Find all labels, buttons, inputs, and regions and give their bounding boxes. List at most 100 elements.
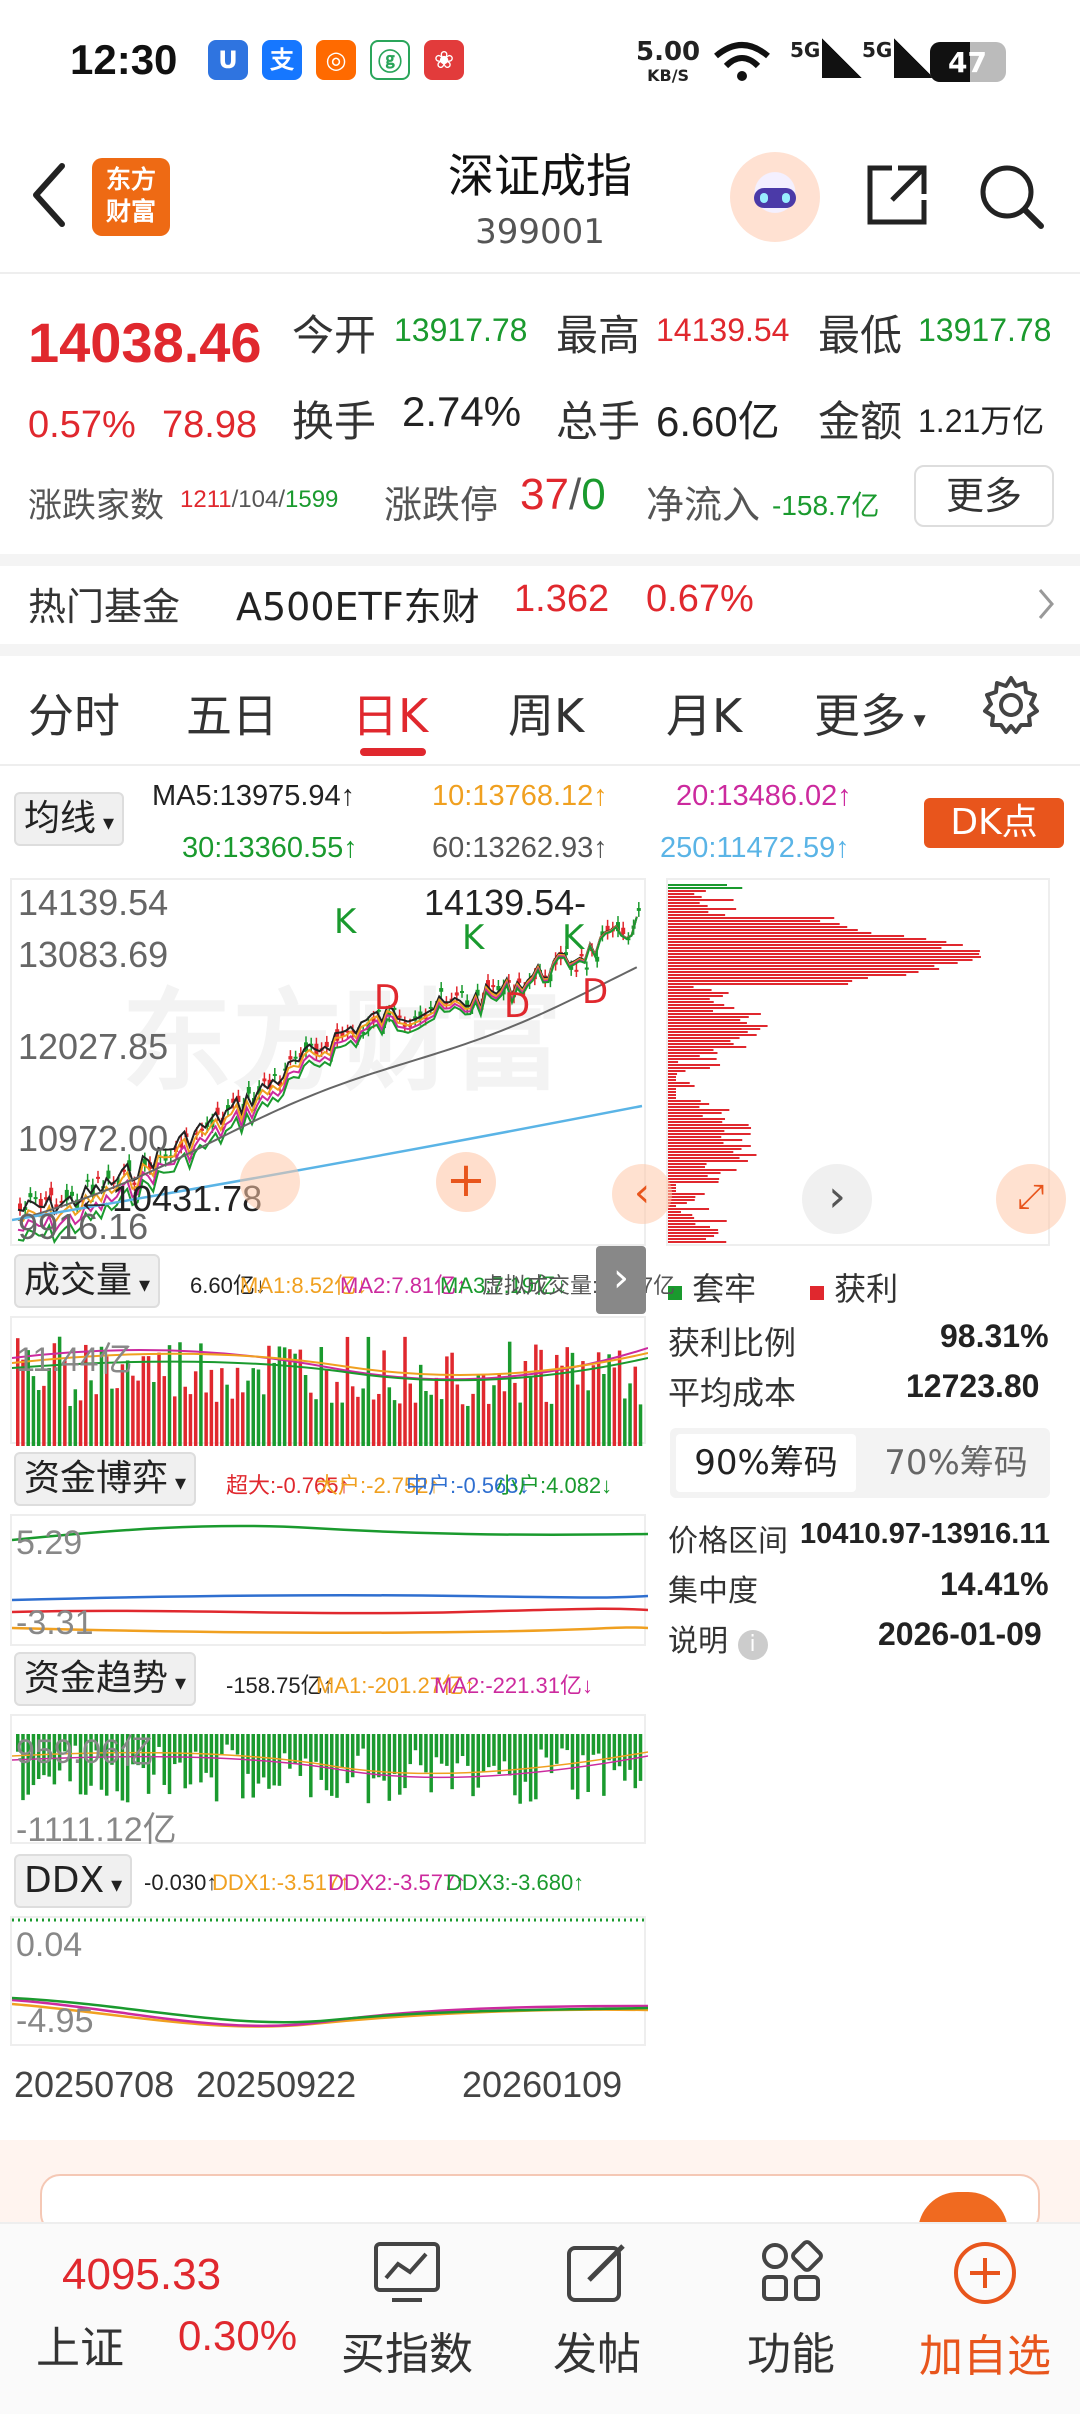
functions-button[interactable]: 功能 (716, 2240, 866, 2382)
volume-bar (89, 1380, 93, 1446)
add-watchlist-button[interactable]: 加自选 (910, 2240, 1060, 2384)
price-axis-3: 12027.85 (18, 1026, 169, 1067)
tab-chip-90[interactable]: 90%筹码 (676, 1434, 856, 1492)
capital-game-chart[interactable]: 5.29 -3.31 (10, 1514, 649, 1646)
note-label[interactable]: 说明 i (668, 1616, 768, 1660)
divider-tabs (0, 764, 1080, 766)
chip-bar (668, 1169, 737, 1171)
chip-bar (668, 1004, 725, 1006)
volume-bar (209, 1369, 214, 1446)
capital-trend-bar (403, 1734, 407, 1789)
volume-chart[interactable]: 11.44亿 (10, 1316, 649, 1446)
search-icon[interactable] (975, 160, 1047, 232)
volume-bar (596, 1352, 601, 1446)
sse-index-change[interactable]: 0.30% (178, 2312, 297, 2360)
capital-trend-bar (220, 1734, 224, 1755)
chip-collapse-button[interactable]: ‹ (612, 1164, 672, 1224)
volume-bar (628, 1383, 632, 1446)
hot-fund-row[interactable]: 热门基金 A500ETF东财 1.362 0.67% (0, 566, 1080, 642)
chip-bar (668, 935, 905, 937)
ddx3-value: DDX3:-3.680↑ (446, 1870, 585, 1895)
volume-bar (136, 1380, 140, 1446)
tab-monthly-k[interactable]: 月K (666, 680, 742, 746)
chip-bar (668, 911, 709, 913)
share-icon[interactable] (862, 160, 932, 230)
volume-bar (225, 1384, 229, 1446)
chip-bar (668, 1043, 734, 1045)
fullscreen-icon[interactable]: ⤢ (996, 1164, 1066, 1234)
sse-index-price[interactable]: 4095.33 (62, 2250, 221, 2300)
volume-bar (167, 1345, 172, 1446)
more-quote-button[interactable]: 更多 (914, 465, 1054, 527)
sse-index-name[interactable]: 上证 (36, 2312, 124, 2376)
volume-bar (581, 1361, 585, 1446)
chip-bar (668, 1139, 743, 1141)
chip-tab-bar: 90%筹码 70%筹码 (670, 1428, 1050, 1498)
settings-gear-icon[interactable] (980, 674, 1042, 736)
volume-bar (267, 1345, 271, 1446)
chip-bar (668, 914, 726, 916)
capital-small-line (11, 1524, 649, 1542)
capital-trend-bar (596, 1734, 601, 1754)
candle-body (33, 1197, 38, 1200)
chip-bar (668, 965, 935, 967)
chip-bar (668, 1178, 720, 1180)
capital-trend-bar (544, 1734, 549, 1758)
chip-bar (668, 1226, 710, 1228)
capital-trend-bar (272, 1734, 276, 1786)
ddx-chart[interactable]: 0.04 -4.95 (10, 1916, 649, 2046)
volume-bar (298, 1349, 303, 1446)
chip-bar (668, 1028, 761, 1030)
volume-bar (345, 1336, 350, 1446)
post-button[interactable]: 发帖 (522, 2240, 672, 2382)
tab-five-day[interactable]: 五日 (186, 680, 278, 746)
tab-daily-k[interactable]: 日K (352, 680, 428, 746)
ai-assistant-icon[interactable] (730, 152, 820, 242)
capital-trend-selector[interactable]: 资金趋势 ▾ (14, 1652, 197, 1706)
volume-bar (471, 1393, 475, 1446)
volume-selector[interactable]: 成交量 ▾ (14, 1254, 161, 1308)
volume-bar (502, 1391, 507, 1446)
chip-bar (668, 1223, 696, 1225)
buy-index-button[interactable]: 买指数 (332, 2240, 482, 2382)
profit-ratio-value: 98.31% (940, 1318, 1049, 1354)
capital-trend-chart[interactable]: 959.06亿 -1111.12亿 (10, 1714, 649, 1849)
candle-body (636, 908, 641, 911)
capital-trend-bar (534, 1734, 538, 1800)
capital-trend-bar (298, 1734, 303, 1776)
hot-fund-price: 1.362 (514, 578, 610, 620)
low-price-marker: ←10431.78 (76, 1178, 263, 1219)
chip-next-button[interactable]: › (802, 1164, 872, 1234)
tab-more[interactable]: 更多 ▾ (814, 680, 926, 746)
app-notification-icon-2: ◎ (316, 40, 356, 80)
scroll-left-button[interactable] (240, 1152, 300, 1212)
ma-selector[interactable]: 均线 ▾ (14, 792, 125, 846)
chip-bar (668, 1127, 752, 1129)
info-icon[interactable]: i (737, 1630, 768, 1660)
capital-trend-bar (623, 1734, 627, 1781)
capital-trend-bar (502, 1734, 507, 1762)
capital-trend-bar (523, 1734, 528, 1782)
network-speed: 5.00 KB/S (636, 37, 701, 85)
app-notification-icon-3: ⓖ (370, 40, 410, 80)
capital-trend-bar (162, 1734, 167, 1785)
zoom-in-button[interactable]: + (436, 1152, 496, 1212)
capital-trend-ma2: MA2:-221.31亿↓ (434, 1673, 593, 1698)
capital-trend-bar (167, 1734, 172, 1795)
chip-bar (668, 1196, 696, 1198)
capital-trend-bar (466, 1734, 470, 1766)
tab-weekly-k[interactable]: 周K (508, 680, 584, 746)
tab-intraday[interactable]: 分时 (28, 680, 120, 746)
candle-body (584, 967, 589, 970)
volume-bar (460, 1404, 465, 1446)
dk-point-button[interactable]: DK点 (924, 798, 1064, 848)
volume-bar (638, 1404, 643, 1446)
capital-game-selector[interactable]: 资金博弈 ▾ (14, 1452, 197, 1506)
tab-chip-70[interactable]: 70%筹码 (866, 1434, 1046, 1492)
chip-bar (668, 1109, 730, 1111)
expand-panel-button[interactable]: › (596, 1246, 646, 1314)
volume-bar (183, 1386, 187, 1446)
capital-trend-bar (282, 1734, 287, 1754)
ddx-selector[interactable]: DDX ▾ (14, 1854, 133, 1908)
kline-chart[interactable]: 东方财富 14139.54 13083.69 12027.85 10972.00… (10, 878, 646, 1247)
